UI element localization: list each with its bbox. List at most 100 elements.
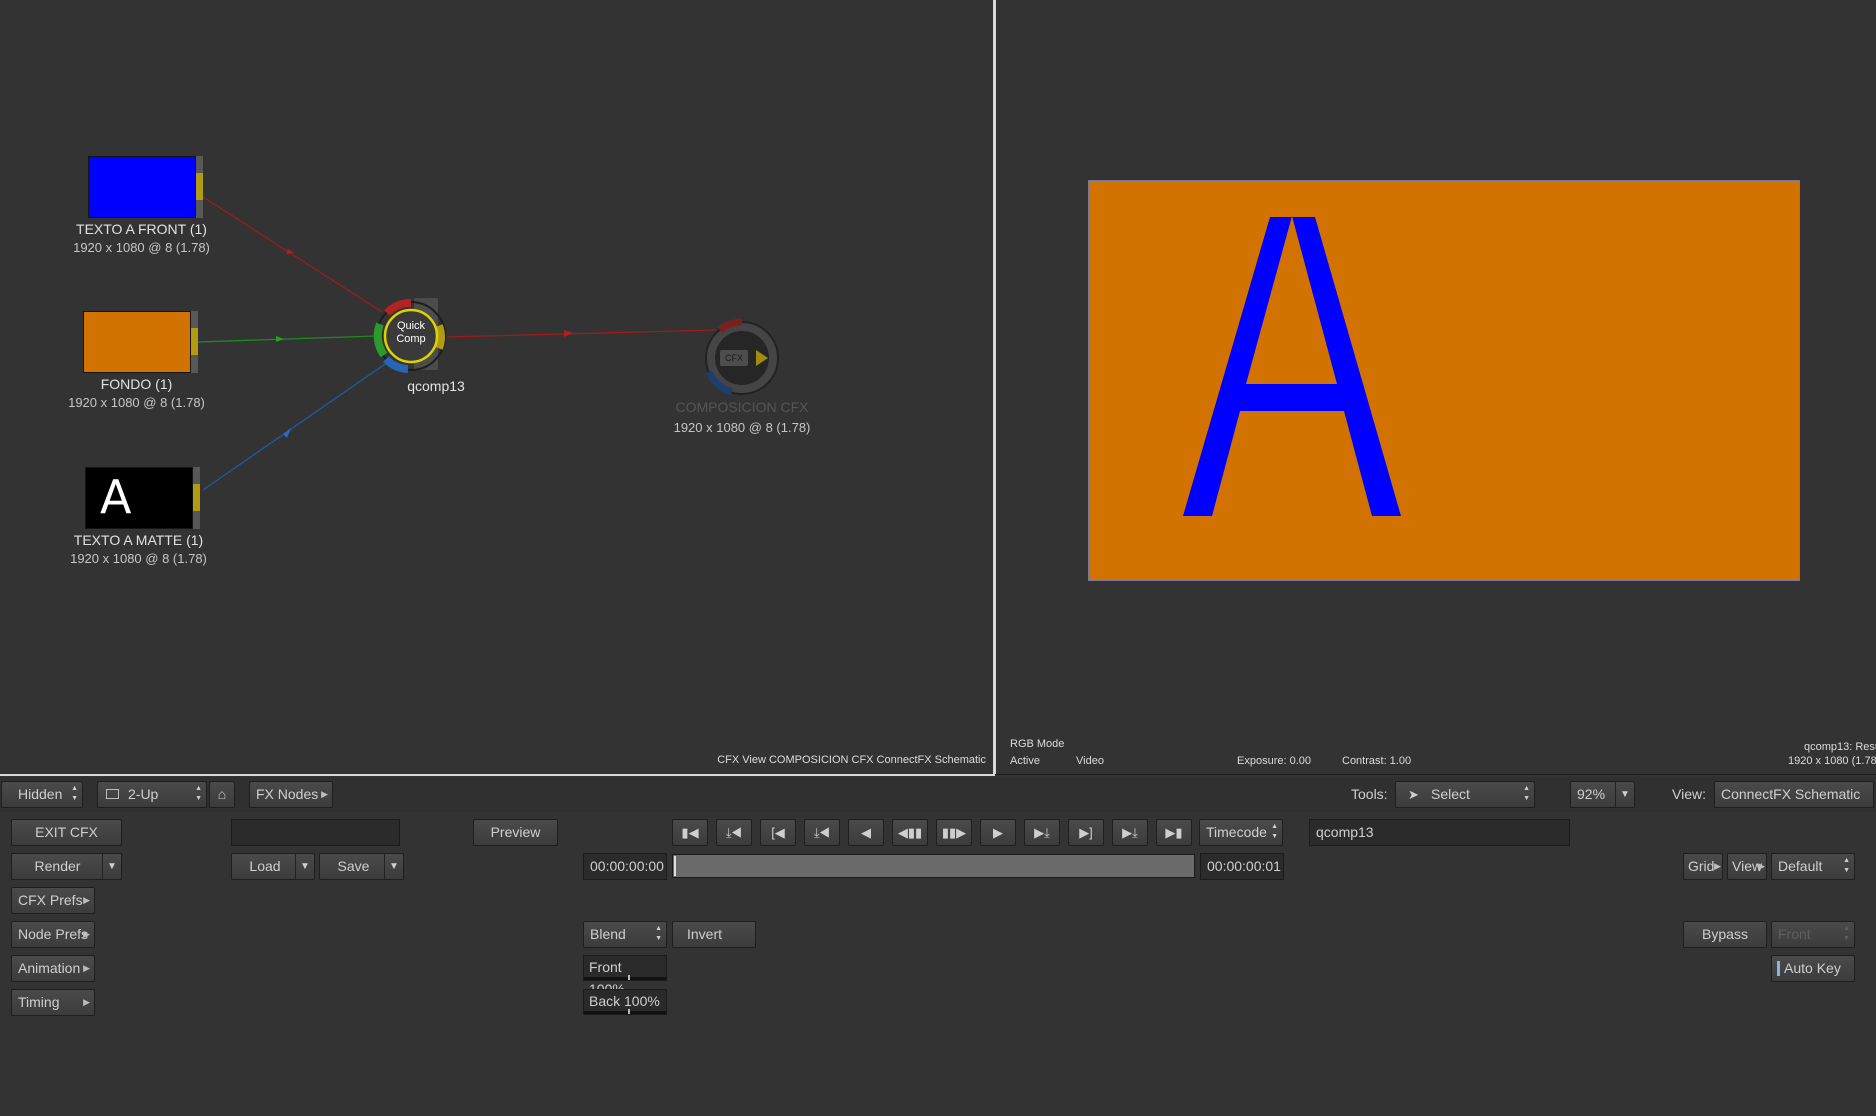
- prev-mark-button[interactable]: ⤓◀: [804, 819, 840, 846]
- viewer-letter-a: [1183, 216, 1401, 516]
- save-label: Save: [337, 858, 370, 874]
- grid-label: Grid: [1688, 858, 1715, 874]
- output-node[interactable]: CFX: [702, 318, 782, 400]
- zoom-select[interactable]: 92% ▼: [1570, 781, 1635, 808]
- default-select[interactable]: Default ▲ ▼: [1771, 853, 1855, 880]
- timecode-end[interactable]: 00:00:00:01: [1200, 853, 1284, 880]
- node-thumb-matte[interactable]: A: [85, 467, 193, 529]
- animation-button[interactable]: Animation ▶: [11, 955, 95, 982]
- cfx-prefs-label: CFX Prefs: [18, 892, 83, 908]
- front-select[interactable]: Front ▲ ▼: [1771, 921, 1855, 948]
- prev-mark-icon: ⤓◀: [813, 825, 831, 840]
- next-keyframe-button[interactable]: ▶⤓: [1112, 819, 1148, 846]
- link-back-arrow: [276, 336, 284, 342]
- hidden-select-value: Hidden: [18, 786, 63, 802]
- go-to-out-button[interactable]: ▶]: [1068, 819, 1104, 846]
- play-reverse-button[interactable]: ◀: [848, 819, 884, 846]
- view-options-button[interactable]: View ▶: [1727, 853, 1767, 880]
- node-output-front[interactable]: [196, 173, 203, 200]
- default-select-value: Default: [1778, 858, 1823, 874]
- exit-cfx-button[interactable]: EXIT CFX: [11, 819, 122, 846]
- chevron-right-icon: ▶: [83, 963, 90, 973]
- prev-keyframe-button[interactable]: ⤓◀: [716, 819, 752, 846]
- node-output-matte[interactable]: [193, 484, 200, 511]
- bypass-button[interactable]: Bypass: [1683, 921, 1767, 948]
- blend-select[interactable]: Blend ▲ ▼: [583, 921, 667, 948]
- node-name-field[interactable]: qcomp13: [1309, 819, 1570, 846]
- spin-icon: ▲ ▼: [1843, 925, 1850, 942]
- timing-label: Timing: [18, 994, 60, 1010]
- viewer-rgb-mode: RGB Mode: [1010, 738, 1065, 750]
- grid-button[interactable]: Grid ▶: [1683, 853, 1723, 880]
- step-forward-button[interactable]: ▮▮▶: [936, 819, 972, 846]
- exit-cfx-label: EXIT CFX: [35, 824, 98, 840]
- go-to-start-button[interactable]: ▮◀: [672, 819, 708, 846]
- link-back: [197, 335, 377, 343]
- front-slider-handle[interactable]: [628, 975, 630, 980]
- front-slider-track: [584, 977, 666, 980]
- home-button[interactable]: ⌂: [209, 781, 235, 808]
- node-prefs-label: Node Prefs: [18, 926, 89, 942]
- link-front-arrow: [286, 249, 294, 254]
- view-select[interactable]: ConnectFX Schematic: [1714, 781, 1874, 808]
- timeline-playhead[interactable]: [674, 856, 676, 876]
- spin-icon: ▲ ▼: [655, 925, 662, 942]
- node-thumb-front[interactable]: [88, 156, 196, 218]
- back-slider[interactable]: Back 100%: [583, 989, 667, 1015]
- chevron-down-icon: ▼: [102, 854, 121, 879]
- chevron-right-icon: ▶: [83, 997, 90, 1007]
- back-slider-track: [584, 1011, 666, 1014]
- cfx-prefs-button[interactable]: CFX Prefs ▶: [11, 887, 95, 914]
- preview-button[interactable]: Preview: [473, 819, 558, 846]
- spin-icon: ▲ ▼: [71, 785, 78, 802]
- viewer-frame: [1088, 180, 1800, 581]
- spin-icon: ▲ ▼: [1271, 823, 1278, 840]
- timeline-scrubber[interactable]: [672, 854, 1195, 878]
- timing-button[interactable]: Timing ▶: [11, 989, 95, 1016]
- viewer-video: Video: [1076, 755, 1104, 767]
- back-slider-handle[interactable]: [628, 1009, 630, 1014]
- node-prefs-button[interactable]: Node Prefs ▶: [11, 921, 95, 948]
- setup-name-field[interactable]: [231, 819, 400, 846]
- step-back-button[interactable]: ◀▮▮: [892, 819, 928, 846]
- timecode-select-value: Timecode: [1206, 824, 1267, 840]
- cfx-icon: CFX: [720, 350, 748, 366]
- next-mark-button[interactable]: ▶⤓: [1024, 819, 1060, 846]
- fx-nodes-button[interactable]: FX Nodes ▶: [249, 781, 333, 808]
- schematic-bottom-border: [0, 774, 995, 776]
- node-thumb-fondo[interactable]: [83, 311, 191, 373]
- save-button[interactable]: Save ▼: [319, 853, 404, 880]
- node-output-fondo[interactable]: [191, 328, 198, 355]
- qcomp-node[interactable]: Quick Comp: [372, 296, 450, 376]
- spin-icon: ▲ ▼: [1523, 785, 1530, 802]
- qcomp-line1: Quick: [396, 320, 426, 332]
- tools-label: Tools:: [1351, 786, 1388, 802]
- render-button[interactable]: Render ▼: [11, 853, 122, 880]
- invert-button[interactable]: Invert: [672, 921, 756, 948]
- next-keyframe-icon: ▶⤓: [1122, 825, 1138, 840]
- home-icon: ⌂: [217, 786, 227, 802]
- play-button[interactable]: ▶: [980, 819, 1016, 846]
- schematic-panel[interactable]: TEXTO A FRONT (1) 1920 x 1080 @ 8 (1.78)…: [0, 0, 993, 774]
- spin-icon: ▲ ▼: [195, 785, 202, 802]
- tools-select[interactable]: ➤ Select ▲ ▼: [1395, 781, 1535, 808]
- qcomp-label: qcomp13: [407, 378, 465, 394]
- hidden-select[interactable]: Hidden ▲ ▼: [1, 781, 83, 808]
- control-area: EXIT CFX Render ▼ CFX Prefs ▶ Node Prefs…: [0, 812, 1876, 1116]
- viewer-exposure: Exposure: 0.00: [1237, 755, 1311, 767]
- qcomp-node-text: Quick Comp: [385, 320, 437, 346]
- timecode-start[interactable]: 00:00:00:00: [583, 853, 667, 880]
- timecode-select[interactable]: Timecode ▲ ▼: [1199, 819, 1283, 846]
- go-to-end-button[interactable]: ▶▮: [1156, 819, 1192, 846]
- output-label: COMPOSICION CFX: [675, 399, 809, 415]
- node-info-fondo: 1920 x 1080 @ 8 (1.78): [68, 395, 205, 410]
- step-back-icon: ◀▮▮: [897, 825, 923, 840]
- load-button[interactable]: Load ▼: [231, 853, 315, 880]
- back-slider-label: Back 100%: [589, 993, 660, 1009]
- viewer-panel[interactable]: RGB Mode Active Video Exposure: 0.00 Con…: [996, 0, 1876, 774]
- layout-select[interactable]: 2-Up ▲ ▼: [97, 781, 207, 808]
- go-to-in-button[interactable]: [◀: [760, 819, 796, 846]
- auto-key-button[interactable]: Auto Key: [1771, 955, 1855, 982]
- fx-nodes-label: FX Nodes: [256, 786, 319, 802]
- front-slider[interactable]: Front 100%: [583, 955, 667, 997]
